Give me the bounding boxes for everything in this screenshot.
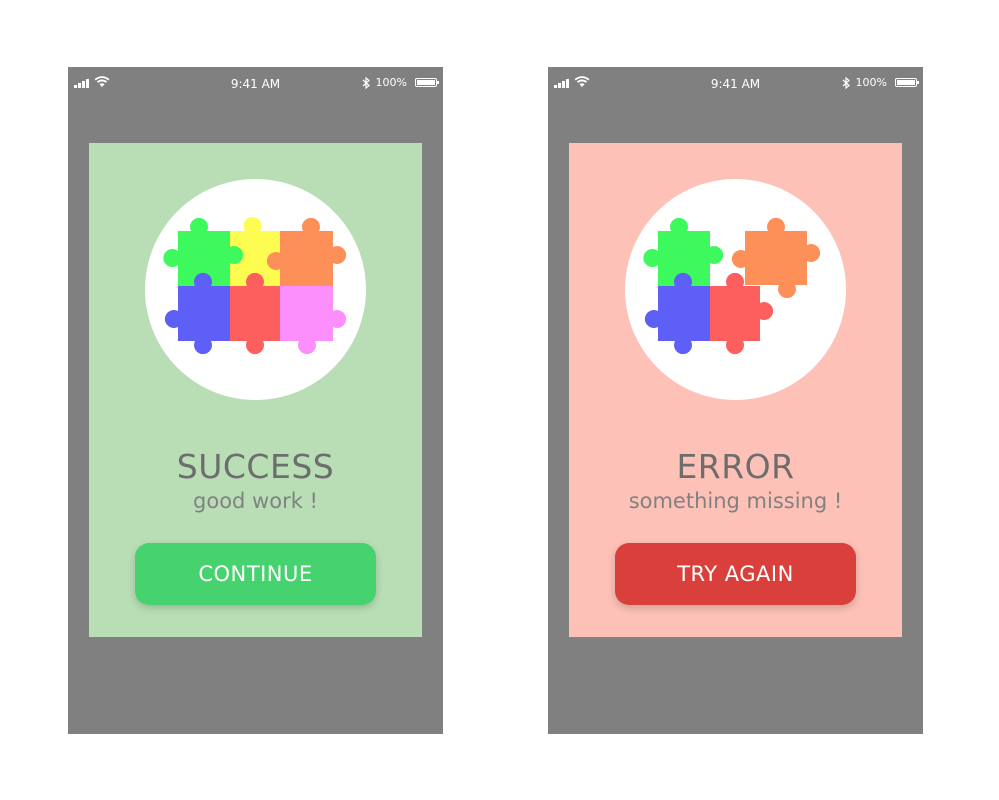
status-title: SUCCESS: [176, 447, 335, 486]
status-subtitle: good work !: [193, 489, 318, 513]
battery-icon: [415, 78, 439, 87]
status-title: ERROR: [676, 447, 795, 486]
error-phone-screen: 9:41 AM 100% ERROR something missing ! T…: [548, 67, 923, 734]
status-bar: 9:41 AM 100%: [68, 67, 443, 99]
continue-button[interactable]: CONTINUE: [135, 543, 376, 605]
puzzle-pieces-icon: [163, 217, 347, 355]
battery-icon: [895, 78, 919, 87]
status-subtitle: something missing !: [628, 489, 843, 513]
illustration-circle: [625, 179, 846, 400]
battery-percentage: 100%: [375, 76, 407, 89]
battery-percentage: 100%: [855, 76, 887, 89]
puzzle-pieces-icon: [643, 217, 821, 355]
illustration-circle: [145, 179, 366, 400]
bluetooth-icon: [362, 77, 370, 89]
bluetooth-icon: [842, 77, 850, 89]
success-card: SUCCESS good work ! CONTINUE: [89, 143, 422, 637]
error-card: ERROR something missing ! TRY AGAIN: [569, 143, 902, 637]
try-again-button[interactable]: TRY AGAIN: [615, 543, 856, 605]
status-bar: 9:41 AM 100%: [548, 67, 923, 99]
success-phone-screen: 9:41 AM 100% SUCCESS good work ! CONTINU…: [68, 67, 443, 734]
